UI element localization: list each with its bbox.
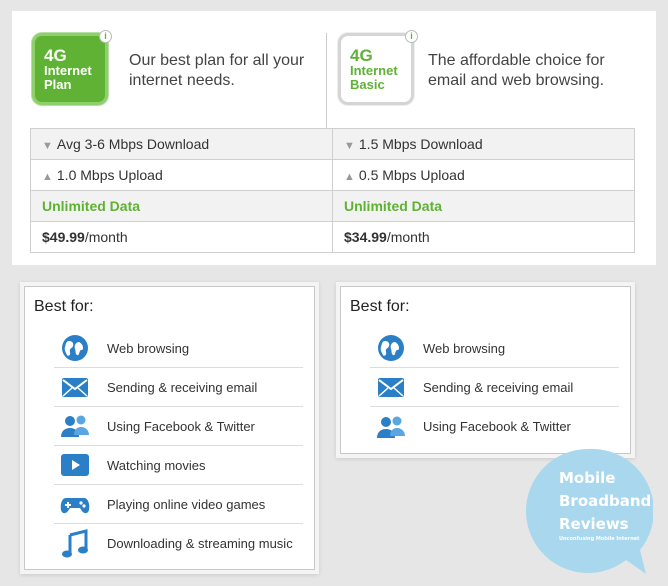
list-item-label: Playing online video games	[107, 496, 266, 512]
plan-comparison-card: 4G Internet Plan i Our best plan for all…	[12, 11, 656, 265]
price-cell: $34.99/month	[332, 221, 635, 253]
best-for-panel-internet-plan: Best for: Web browsing Sending & receivi…	[24, 286, 315, 570]
badge-name-text: Basic	[350, 77, 385, 92]
plan-spec-table: ▼ Avg 3-6 Mbps Download ▼ 1.5 Mbps Downloa…	[30, 128, 635, 253]
list-item-label: Sending & receiving email	[107, 379, 258, 395]
list-item-label: Web browsing	[107, 340, 190, 356]
list-item-label: Using Facebook & Twitter	[107, 418, 255, 434]
mobile-broadband-reviews-watermark: Mobile Broadband Reviews Unconfusing Mob…	[523, 447, 655, 577]
globe-icon	[378, 335, 404, 361]
up-arrow-icon: ▲	[42, 171, 53, 183]
play-icon	[61, 454, 89, 476]
best-for-title: Best for:	[34, 298, 94, 315]
price-cell: $49.99/month	[30, 221, 333, 253]
upload-speed: 1.0 Mbps Upload	[56, 167, 163, 183]
list-item: Playing online video games	[54, 485, 303, 524]
upload-cell: ▲ 0.5 Mbps Upload	[332, 159, 635, 191]
down-arrow-icon: ▼	[42, 140, 53, 152]
list-item: Web browsing	[370, 329, 619, 368]
list-item-label: Watching movies	[107, 457, 206, 473]
watermark-line: Reviews	[559, 515, 629, 533]
plan-header-internet-plan: 4G Internet Plan i Our best plan for all…	[32, 30, 314, 125]
envelope-icon	[62, 378, 88, 397]
best-for-list: Web browsing Sending & receiving email U…	[370, 329, 619, 446]
plan-description: The affordable choice for email and web …	[428, 52, 605, 89]
people-icon	[61, 415, 89, 437]
info-icon[interactable]: i	[405, 30, 418, 43]
best-for-title: Best for:	[350, 298, 410, 315]
list-item-label: Sending & receiving email	[423, 379, 574, 395]
column-divider	[326, 33, 327, 129]
badge-name-text: Internet	[44, 63, 92, 78]
4g-internet-plan-badge[interactable]: 4G Internet Plan i	[32, 30, 112, 105]
watermark-line: Broadband	[559, 492, 652, 510]
list-item: Using Facebook & Twitter	[54, 407, 303, 446]
4g-internet-basic-badge[interactable]: 4G Internet Basic i	[338, 30, 418, 105]
people-icon	[377, 416, 405, 438]
globe-icon	[62, 335, 88, 361]
music-note-icon	[62, 528, 88, 557]
price-unit: /month	[386, 229, 430, 245]
price-amount: $34.99	[344, 229, 387, 245]
list-item: Watching movies	[54, 446, 303, 485]
badge-name-text: Plan	[44, 77, 72, 92]
upload-speed: 0.5 Mbps Upload	[358, 167, 465, 183]
watermark-text: Mobile Broadband Reviews Unconfusing Mob…	[559, 467, 655, 543]
watermark-tagline: Unconfusing Mobile Internet	[559, 536, 640, 542]
plan-header-internet-basic: 4G Internet Basic i The affordable choic…	[338, 30, 638, 125]
data-allowance: Unlimited Data	[30, 190, 333, 222]
up-arrow-icon: ▲	[344, 171, 355, 183]
download-cell: ▼ 1.5 Mbps Download	[332, 128, 635, 160]
badge-4g-text: 4G	[350, 46, 373, 65]
price-unit: /month	[84, 229, 128, 245]
list-item-label: Downloading & streaming music	[107, 536, 293, 551]
gamepad-icon	[60, 498, 90, 514]
download-speed: Avg 3-6 Mbps Download	[56, 136, 210, 152]
list-item: Web browsing	[54, 329, 303, 368]
best-for-list: Web browsing Sending & receiving email U…	[54, 329, 303, 563]
info-icon[interactable]: i	[99, 30, 112, 43]
list-item-label: Using Facebook & Twitter	[423, 419, 571, 434]
download-cell: ▼ Avg 3-6 Mbps Download	[30, 128, 333, 160]
plan-description: Our best plan for all your internet need…	[129, 52, 305, 89]
price-amount: $49.99	[42, 229, 85, 245]
table-row: $49.99/month $34.99/month	[30, 221, 635, 253]
badge-4g-text: 4G	[44, 46, 67, 65]
badge-name-text: Internet	[350, 63, 398, 78]
down-arrow-icon: ▼	[344, 140, 355, 152]
list-item: Using Facebook & Twitter	[370, 407, 619, 446]
download-speed: 1.5 Mbps Download	[358, 136, 483, 152]
envelope-icon	[378, 378, 404, 397]
list-item: Sending & receiving email	[370, 368, 619, 407]
table-row: Unlimited Data Unlimited Data	[30, 190, 635, 222]
list-item: Downloading & streaming music	[54, 524, 303, 563]
list-item: Sending & receiving email	[54, 368, 303, 407]
watermark-line: Mobile	[559, 469, 616, 487]
table-row: ▼ Avg 3-6 Mbps Download ▼ 1.5 Mbps Downloa…	[30, 128, 635, 160]
upload-cell: ▲ 1.0 Mbps Upload	[30, 159, 333, 191]
best-for-panel-internet-basic: Best for: Web browsing Sending & receivi…	[340, 286, 631, 454]
list-item-label: Web browsing	[423, 340, 506, 356]
table-row: ▲ 1.0 Mbps Upload ▲ 0.5 Mbps Upload	[30, 159, 635, 191]
data-allowance: Unlimited Data	[332, 190, 635, 222]
